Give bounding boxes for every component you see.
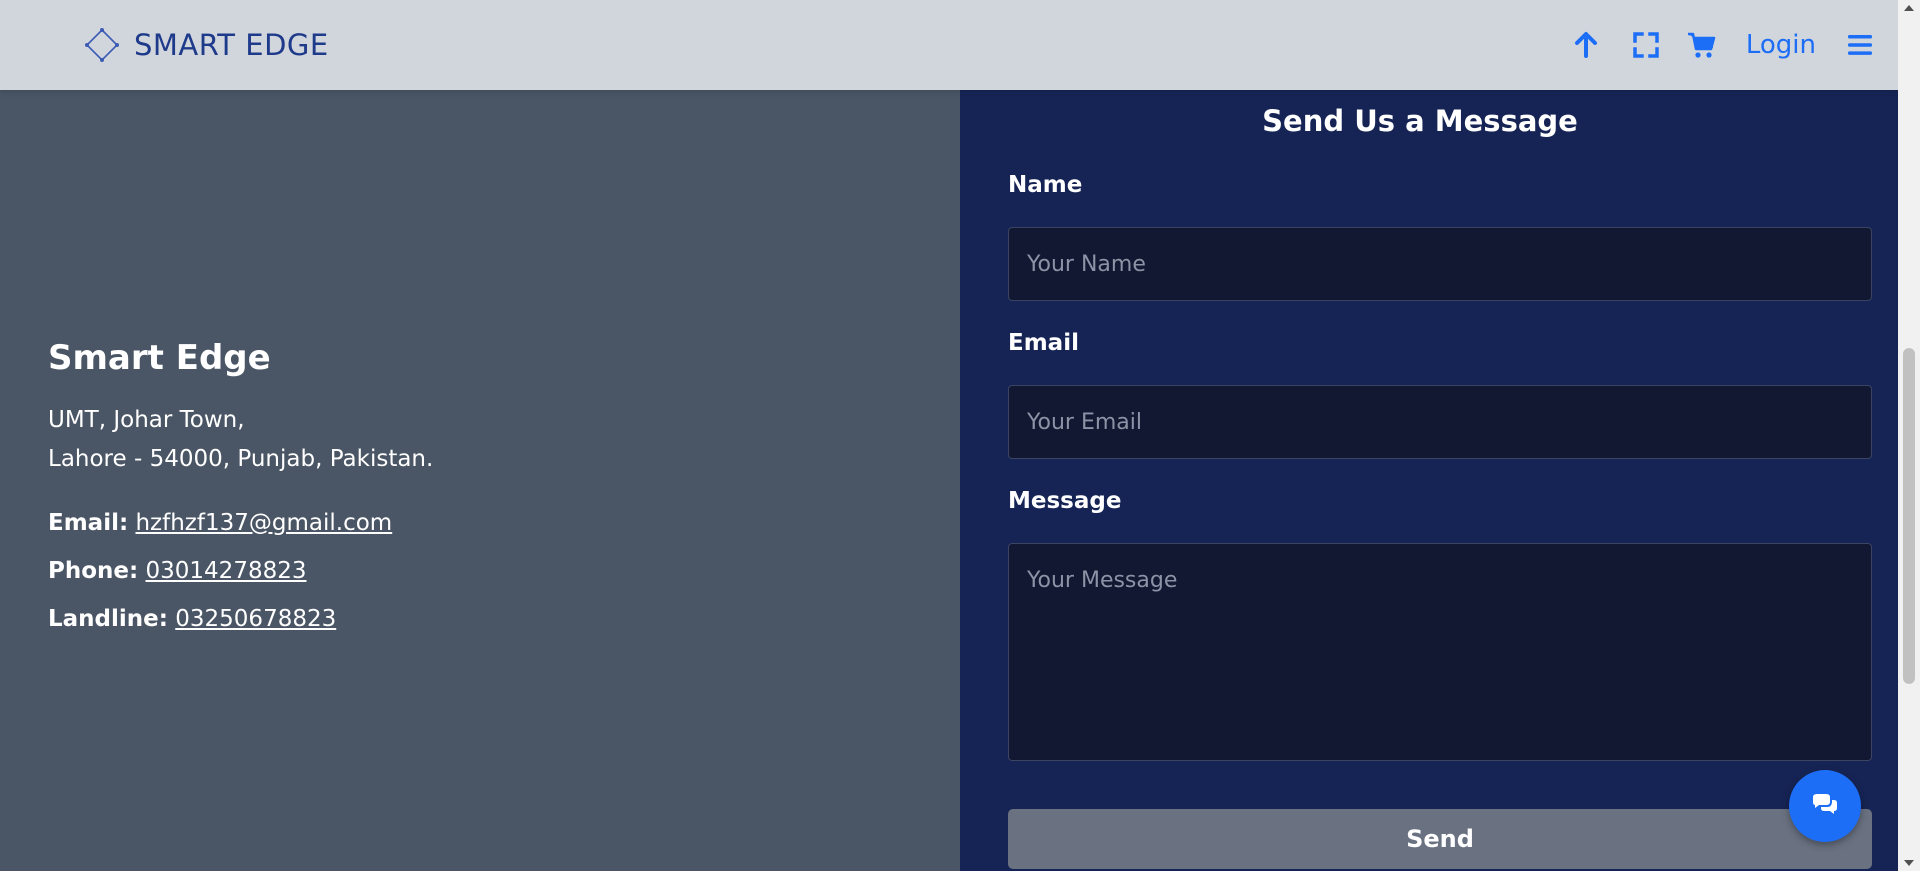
diamond-logo-icon — [85, 28, 119, 62]
scroll-down-arrow-icon[interactable] — [1903, 857, 1915, 869]
email-row: Email: hzfhzf137@gmail.com — [48, 499, 433, 547]
email-input[interactable] — [1008, 385, 1872, 459]
contact-info-panel: Smart Edge UMT, Johar Town, Lahore - 540… — [0, 90, 960, 871]
phone-row: Phone: 03014278823 — [48, 547, 433, 595]
scroll-top-button[interactable] — [1570, 29, 1602, 61]
brand-name: SMART EDGE — [134, 28, 329, 62]
message-textarea[interactable] — [1008, 543, 1872, 761]
name-label: Name — [1008, 172, 1083, 198]
navbar: SMART EDGE Login — [0, 0, 1898, 90]
fullscreen-icon — [1633, 32, 1659, 58]
scrollbar-thumb[interactable] — [1903, 348, 1915, 684]
form-title: Send Us a Message — [1262, 104, 1578, 138]
company-name: Smart Edge — [48, 338, 271, 378]
message-form-panel: Send Us a Message Name Email Message Sen… — [960, 90, 1898, 871]
landline-row: Landline: 03250678823 — [48, 595, 433, 643]
name-input[interactable] — [1008, 227, 1872, 301]
scroll-up-arrow-icon[interactable] — [1903, 2, 1915, 14]
chat-bubbles-icon — [1813, 794, 1837, 814]
landline-link[interactable]: 03250678823 — [175, 606, 336, 632]
fullscreen-button[interactable] — [1630, 29, 1662, 61]
email-field-label: Email — [1008, 330, 1079, 356]
brand[interactable]: SMART EDGE — [84, 27, 329, 63]
chat-button[interactable] — [1789, 770, 1861, 842]
address-line-1: UMT, Johar Town, — [48, 406, 245, 433]
message-label: Message — [1008, 488, 1122, 514]
phone-link[interactable]: 03014278823 — [146, 558, 307, 584]
email-label: Email: — [48, 509, 129, 536]
phone-label: Phone: — [48, 557, 139, 584]
cart-icon — [1687, 32, 1716, 58]
nav-actions: Login — [1570, 29, 1876, 61]
address-line-2: Lahore - 54000, Punjab, Pakistan. — [48, 445, 434, 472]
company-info: Smart Edge UMT, Johar Town, Lahore - 540… — [48, 338, 433, 643]
page-scrollbar[interactable] — [1898, 0, 1920, 871]
login-link[interactable]: Login — [1746, 30, 1816, 60]
contact-list: Email: hzfhzf137@gmail.com Phone: 030142… — [48, 499, 433, 643]
email-link[interactable]: hzfhzf137@gmail.com — [135, 510, 392, 536]
cart-button[interactable] — [1686, 29, 1718, 61]
menu-button[interactable] — [1844, 29, 1876, 61]
landline-label: Landline: — [48, 605, 168, 632]
hamburger-menu-icon — [1848, 35, 1872, 55]
arrow-up-icon — [1574, 32, 1597, 58]
send-button[interactable]: Send — [1008, 809, 1872, 869]
